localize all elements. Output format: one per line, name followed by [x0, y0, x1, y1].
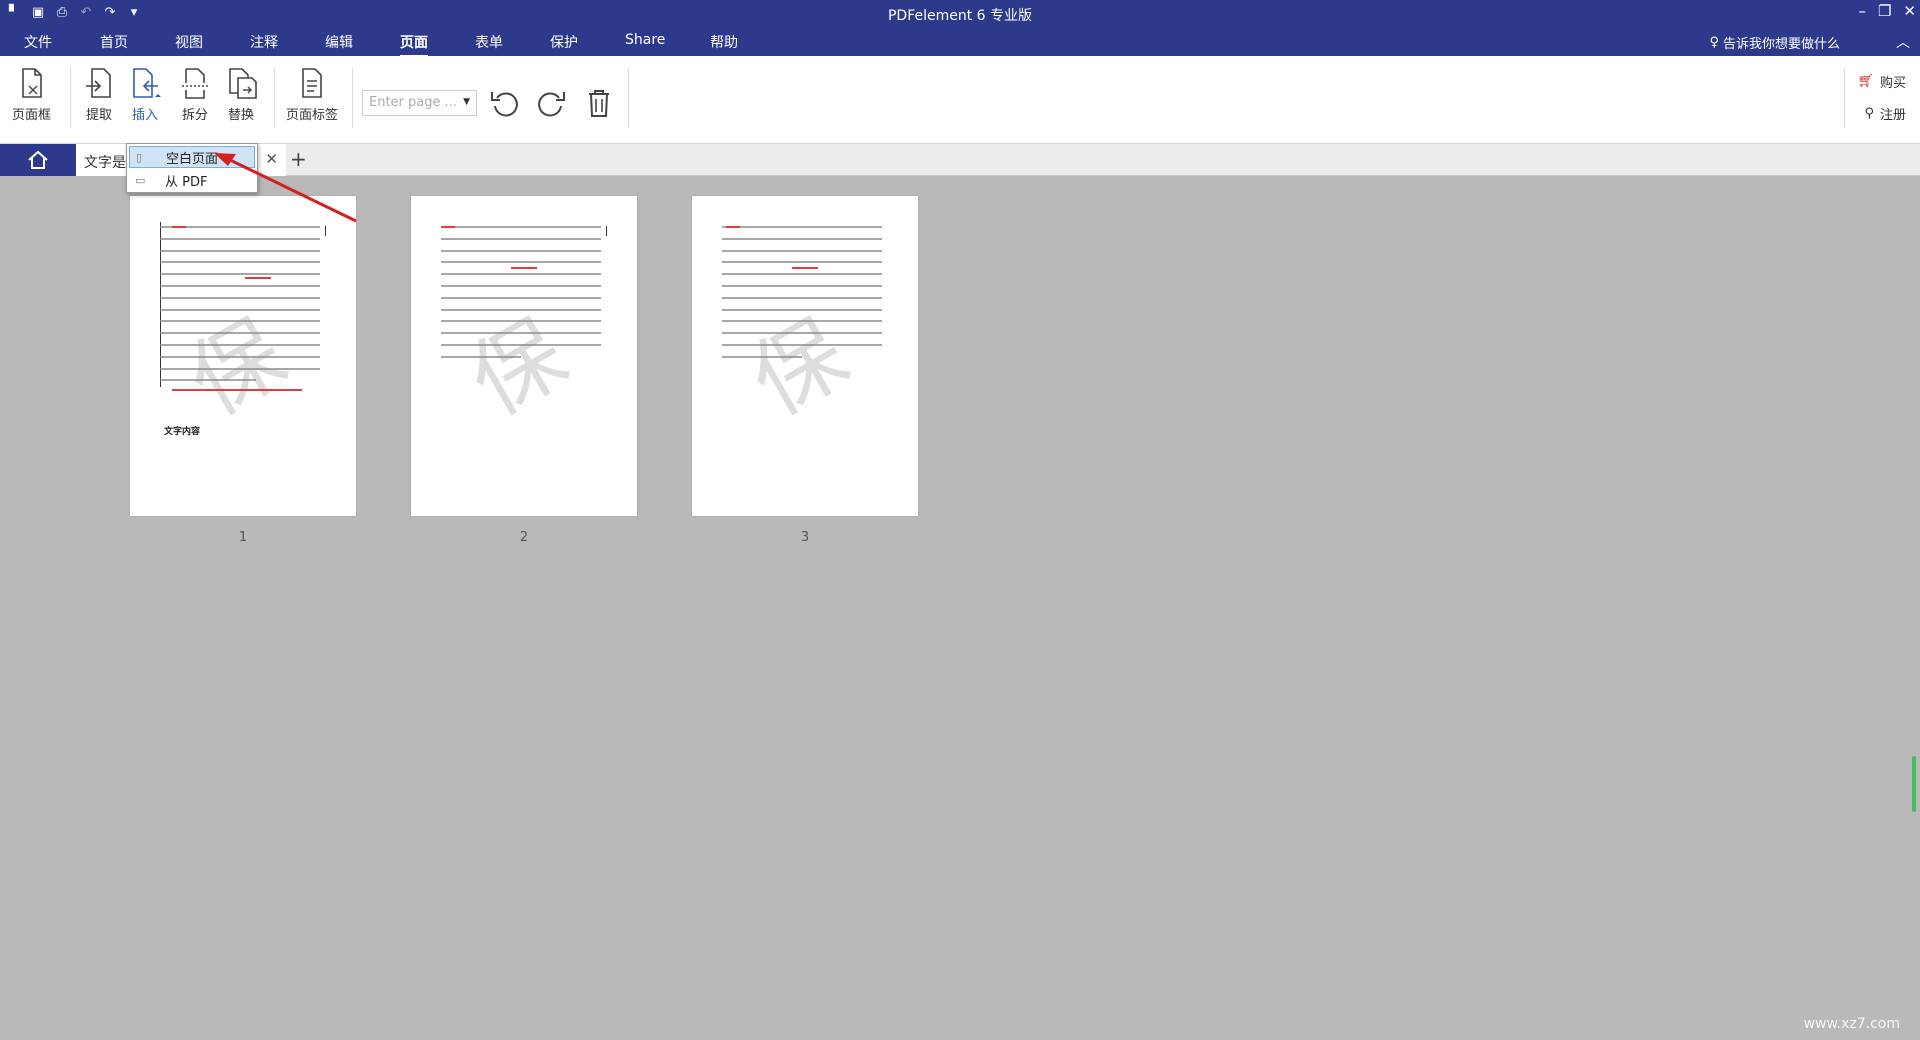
cart-icon: 🛒︎ [1857, 74, 1874, 89]
text-margin-bar [325, 226, 326, 236]
page-labels-icon [302, 68, 322, 98]
tab-view[interactable]: 视图 [175, 32, 203, 52]
document-tab-title: 文字是 [84, 155, 126, 171]
replace-button[interactable]: 替换 [224, 66, 258, 123]
tab-edit[interactable]: 编辑 [325, 32, 353, 52]
page-box-label: 页面框 [12, 108, 52, 123]
tab-share[interactable]: Share [625, 32, 665, 48]
window-controls: – ❐ ✕ [1858, 2, 1916, 20]
page-box-button[interactable]: 页面框 [12, 66, 51, 123]
insert-label: 插入 [131, 108, 158, 123]
rotate-right-icon[interactable] [534, 86, 568, 120]
restore-icon[interactable]: ❐ [1878, 2, 1891, 20]
lightbulb-icon: ♀ [1709, 35, 1719, 50]
extract-icon [86, 68, 111, 98]
page-range-input[interactable]: Enter page ... ▼ [362, 90, 477, 116]
tab-comment[interactable]: 注释 [250, 32, 278, 52]
extract-label: 提取 [85, 108, 112, 123]
buy-label: 购买 [1879, 76, 1906, 91]
highlight-mark [172, 226, 186, 228]
text-margin-bar [606, 226, 607, 236]
home-tab[interactable] [0, 144, 76, 176]
page-labels-button[interactable]: 页面标签 [286, 66, 338, 123]
key-icon: ⚲ [1864, 106, 1874, 121]
ribbon: 页面框 提取 插入 拆分 替换 页面标签 Enter page ... ▼ 🛒︎… [0, 56, 1920, 144]
close-icon[interactable]: ✕ [1903, 2, 1916, 20]
page-thumbnail[interactable]: 保 [692, 196, 918, 516]
highlight-mark [726, 226, 740, 228]
document-tab-bar: 文字是 ✕ + [0, 144, 1920, 176]
page-range-placeholder: Enter page ... [369, 95, 458, 110]
ribbon-divider [352, 68, 353, 128]
page-number: 2 [519, 530, 529, 545]
tab-help[interactable]: 帮助 [710, 32, 738, 52]
menu-item-from-pdf[interactable]: ▭ 从 PDF [129, 169, 255, 191]
window-title: PDFelement 6 专业版 [887, 8, 1033, 24]
highlight-mark [511, 267, 537, 269]
highlight-mark [245, 277, 271, 279]
page-thumbnail[interactable]: 保 文字内容 [130, 196, 356, 516]
ribbon-divider [274, 68, 275, 128]
register-button[interactable]: ⚲ 注册 [1864, 104, 1906, 123]
insert-dropdown-menu: ▯ 空白页面 ▭ 从 PDF [126, 143, 258, 193]
chevron-down-icon[interactable]: ▼ [463, 97, 470, 107]
delete-icon[interactable] [582, 86, 616, 120]
menu-bar: 文件 首页 视图 注释 编辑 页面 表单 保护 Share 帮助 ♀ 告诉我你想… [0, 26, 1920, 57]
tab-form[interactable]: 表单 [475, 32, 503, 52]
minimize-icon[interactable]: – [1858, 2, 1866, 20]
title-bar: ▘ ▣ ⎙ ↶ ↷ ▾ PDFelement 6 专业版 – ❐ ✕ [0, 0, 1920, 26]
tab-page[interactable]: 页面 [400, 32, 428, 57]
home-icon [28, 150, 48, 169]
blank-page-icon: ▯ [136, 150, 143, 164]
tab-home[interactable]: 首页 [100, 32, 128, 52]
add-tab-icon[interactable]: + [290, 147, 307, 171]
split-button[interactable]: 拆分 [178, 66, 212, 123]
highlight-mark [792, 267, 818, 269]
register-label: 注册 [1879, 108, 1906, 123]
replace-label: 替换 [227, 108, 254, 123]
split-label: 拆分 [181, 108, 208, 123]
insert-button[interactable]: 插入 [128, 66, 162, 123]
page-number: 1 [238, 530, 248, 545]
page-labels-label: 页面标签 [286, 108, 339, 123]
ribbon-divider [70, 68, 71, 128]
highlight-mark [441, 226, 455, 228]
rotate-left-icon[interactable] [488, 86, 522, 120]
page-thumbnail[interactable]: 保 [411, 196, 637, 516]
tell-me-label: 告诉我你想要做什么 [1722, 37, 1840, 52]
page-caption: 文字内容 [164, 427, 201, 437]
extract-button[interactable]: 提取 [82, 66, 116, 123]
page-text-lines [441, 226, 601, 368]
ribbon-divider [628, 68, 629, 128]
replace-icon [229, 68, 257, 99]
buy-button[interactable]: 🛒︎ 购买 [1857, 72, 1906, 91]
red-link-text [172, 389, 302, 391]
tell-me-search[interactable]: ♀ 告诉我你想要做什么 [1709, 33, 1840, 52]
tab-protect[interactable]: 保护 [550, 32, 578, 52]
page-text-lines [722, 226, 882, 368]
scroll-indicator[interactable] [1912, 756, 1916, 812]
page-text-lines [160, 226, 320, 391]
site-watermark: www.xz7.com [1803, 1016, 1900, 1032]
insert-icon [133, 68, 161, 98]
folder-icon: ▭ [135, 173, 146, 187]
split-icon [182, 68, 208, 99]
menu-item-label: 空白页面 [166, 151, 219, 167]
menu-item-label: 从 PDF [165, 174, 208, 190]
menu-item-blank-page[interactable]: ▯ 空白页面 [129, 146, 255, 168]
page-box-icon [21, 68, 42, 98]
tab-file[interactable]: 文件 [24, 32, 52, 52]
close-tab-icon[interactable]: ✕ [265, 150, 278, 168]
collapse-ribbon-icon[interactable]: ︿ [1896, 32, 1910, 52]
ribbon-divider [1844, 68, 1845, 128]
page-number: 3 [800, 530, 810, 545]
